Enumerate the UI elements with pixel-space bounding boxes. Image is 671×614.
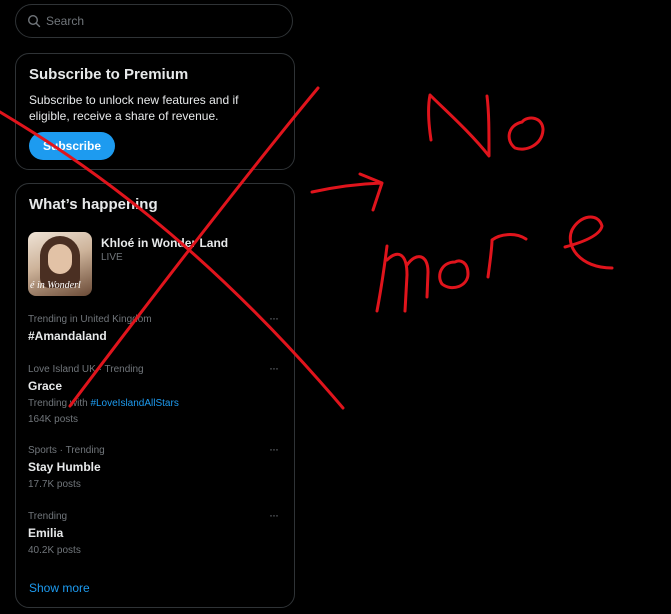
whats-happening-card: What’s happening é in Wonderl Khloé in W… <box>15 183 295 608</box>
handwritten-o <box>507 116 545 151</box>
arrow-icon <box>310 172 384 212</box>
premium-title: Subscribe to Premium <box>29 66 189 83</box>
handwritten-r <box>486 233 528 279</box>
trend-name: Grace <box>28 379 63 393</box>
handwritten-o <box>438 259 470 290</box>
live-event-item[interactable]: é in Wonderl Khloé in Wonder Land LIVE <box>28 232 278 296</box>
more-options-icon[interactable]: ··· <box>269 312 283 324</box>
premium-description: Subscribe to unlock new features and if … <box>29 93 239 123</box>
trend-context: Trending in United Kingdom <box>28 314 152 325</box>
search-icon <box>27 14 41 28</box>
handwritten-m <box>375 244 430 313</box>
more-options-icon[interactable]: ··· <box>269 362 283 374</box>
handwritten-N <box>427 93 491 158</box>
trend-item[interactable]: Sports · Trending Stay Humble 17.7K post… <box>28 443 283 491</box>
premium-card: Subscribe to Premium Subscribe to unlock… <box>15 53 295 170</box>
search-bar[interactable]: Search <box>15 4 293 38</box>
post-count: 164K posts <box>28 414 79 425</box>
search-input[interactable]: Search <box>46 14 84 28</box>
trend-context: Trending <box>28 511 68 522</box>
trend-name: #Amandaland <box>28 329 107 343</box>
trend-name: Emilia <box>28 526 64 540</box>
trend-hashtag-link[interactable]: #LoveIslandAllStars <box>90 398 178 409</box>
trend-item[interactable]: Trending in United Kingdom #Amandaland ·… <box>28 312 283 344</box>
subscribe-button[interactable]: Subscribe <box>29 132 115 160</box>
trend-item[interactable]: Trending Emilia 40.2K posts ··· <box>28 509 283 557</box>
live-event-thumbnail: é in Wonderl <box>28 232 92 296</box>
whats-happening-title: What’s happening <box>29 196 158 213</box>
trending-with: Trending with #LoveIslandAllStars <box>28 398 179 409</box>
live-status: LIVE <box>101 252 123 263</box>
handwritten-e <box>563 215 614 270</box>
trend-item[interactable]: Love Island UK · Trending Grace Trending… <box>28 362 283 426</box>
more-options-icon[interactable]: ··· <box>269 443 283 455</box>
trend-name: Stay Humble <box>28 460 101 474</box>
post-count: 17.7K posts <box>28 479 81 490</box>
more-options-icon[interactable]: ··· <box>269 509 283 521</box>
thumbnail-wordmark: é in Wonderl <box>30 280 81 291</box>
trend-context: Sports · Trending <box>28 445 105 456</box>
show-more-link[interactable]: Show more <box>29 581 90 595</box>
trend-context: Love Island UK · Trending <box>28 364 144 375</box>
post-count: 40.2K posts <box>28 545 81 556</box>
live-event-title: Khloé in Wonder Land <box>101 236 229 250</box>
